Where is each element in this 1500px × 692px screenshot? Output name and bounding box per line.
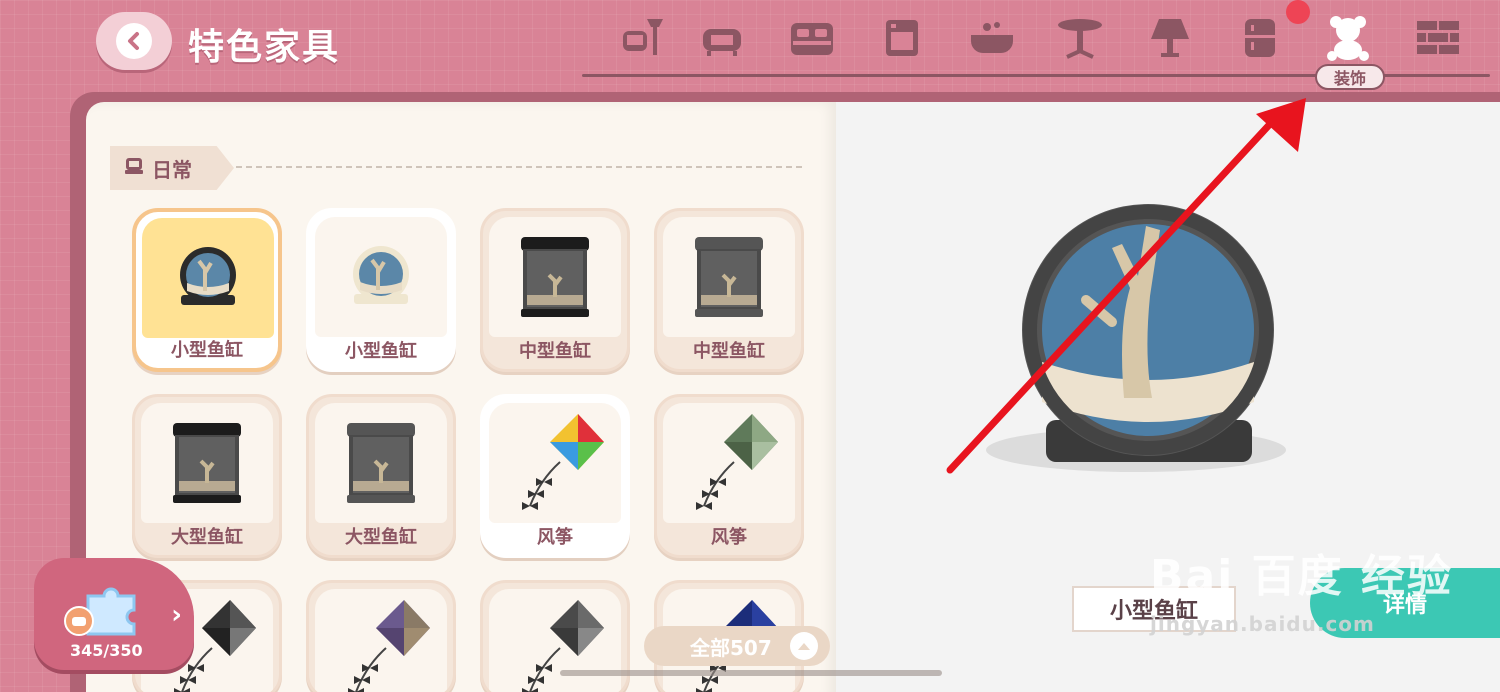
notification-dot [1286, 0, 1310, 24]
watermark-brand: Bai 百度 经验 [1150, 551, 1453, 602]
item-thumbnail [489, 589, 621, 692]
item-label: 风筝 [711, 527, 747, 548]
lamp-icon[interactable] [1144, 12, 1196, 64]
section-tag: 日常 [110, 146, 234, 190]
watermark-url: jingyan.baidu.com [1150, 612, 1375, 636]
section-label: 日常 [152, 157, 192, 182]
back-button[interactable] [96, 12, 172, 70]
filter-all-button[interactable]: 全部507 [644, 626, 830, 666]
bed-icon[interactable] [786, 12, 838, 64]
item-card[interactable]: 风筝 [654, 394, 804, 558]
collection-widget[interactable]: › 345/350 [34, 558, 194, 670]
item-card[interactable] [306, 580, 456, 692]
item-thumbnail [663, 403, 795, 523]
watermark: Bai 百度 经验 jingyan.baidu.com [1150, 540, 1453, 636]
brick-wall-icon[interactable] [1412, 12, 1464, 64]
item-label: 小型鱼缸 [345, 341, 417, 362]
item-card[interactable]: 小型鱼缸 [306, 208, 456, 372]
fridge-icon[interactable] [1234, 12, 1286, 64]
item-card[interactable]: 风筝 [480, 394, 630, 558]
item-label: 中型鱼缸 [693, 341, 765, 362]
item-thumbnail [315, 403, 447, 523]
item-card[interactable]: 中型鱼缸 [654, 208, 804, 372]
filter-all-label: 全部507 [690, 635, 772, 660]
back-arrow-icon [116, 23, 152, 59]
item-thumbnail [663, 217, 795, 337]
collection-count: 345/350 [70, 641, 143, 660]
armchair-lamp-icon[interactable] [614, 12, 666, 64]
item-thumbnail [141, 403, 273, 523]
category-bar [600, 8, 1480, 70]
active-category-label: 装饰 [1315, 64, 1385, 90]
item-thumbnail [315, 589, 447, 692]
sofa-badge-icon [64, 606, 94, 636]
chevron-up-icon [789, 632, 818, 660]
cabinet-icon[interactable] [876, 12, 928, 64]
item-label: 风筝 [537, 527, 573, 548]
item-card[interactable]: 中型鱼缸 [480, 208, 630, 372]
item-card[interactable]: 大型鱼缸 [132, 394, 282, 558]
item-thumbnail [142, 218, 274, 338]
table-icon[interactable] [1054, 12, 1106, 64]
page-title: 特色家具 [188, 27, 341, 68]
item-label: 大型鱼缸 [345, 527, 417, 548]
item-label: 大型鱼缸 [171, 527, 243, 548]
section-divider [236, 166, 802, 168]
scrollbar[interactable] [560, 670, 942, 676]
item-card[interactable]: 小型鱼缸 [132, 208, 282, 372]
item-thumbnail [489, 403, 621, 523]
item-thumbnail [489, 217, 621, 337]
item-card[interactable]: 大型鱼缸 [306, 394, 456, 558]
item-label: 中型鱼缸 [519, 341, 591, 362]
teddy-bear-icon[interactable] [1322, 12, 1374, 64]
chevron-right-icon: › [171, 600, 182, 630]
item-label: 小型鱼缸 [171, 340, 243, 361]
item-thumbnail [315, 217, 447, 337]
sofa-icon[interactable] [696, 12, 748, 64]
bathtub-icon[interactable] [966, 12, 1018, 64]
chair-icon [122, 154, 146, 183]
